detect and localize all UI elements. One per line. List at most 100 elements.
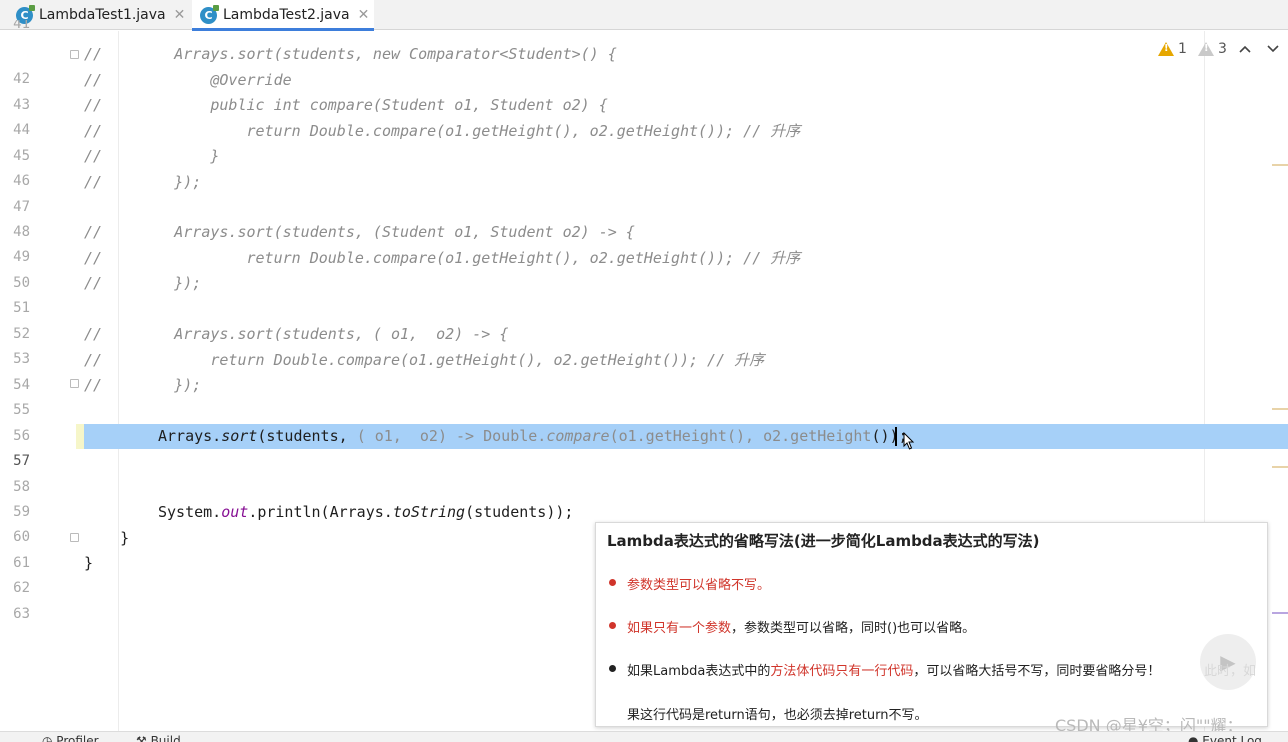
code-line: 41: [0, 20, 1288, 32]
code-line: 48: [0, 195, 1288, 240]
code-text: }: [102, 147, 220, 165]
overlay-caption: 此时，如: [1204, 664, 1257, 679]
code-line: 49 // Arrays.sort(students, (Student o1,…: [0, 220, 1288, 265]
line-comment-marker: //: [84, 249, 103, 267]
line-comment-marker: //: [84, 96, 103, 114]
code-text: Arrays.sort(students, (Student o1, Stude…: [102, 223, 635, 241]
note-highlight: 如果只有一个参数: [627, 621, 732, 636]
code-token: .println(Arrays.: [248, 503, 393, 521]
fold-marker-icon[interactable]: [70, 379, 79, 388]
line-comment-marker: //: [84, 45, 103, 63]
code-token: System.: [158, 503, 222, 521]
code-token: out: [221, 503, 249, 521]
code-line: 53 // Arrays.sort(students, ( o1, o2) ->…: [0, 322, 1288, 367]
line-comment-marker: //: [84, 325, 103, 343]
code-token: toString: [392, 503, 466, 521]
bullet-icon: [609, 579, 616, 586]
code-line: 45 // return Double.compare(o1.getHeight…: [0, 119, 1288, 164]
warning-icon: [1158, 42, 1174, 56]
code-line: 42 // Arrays.sort(students, new Comparat…: [0, 42, 1288, 87]
line-comment-marker: //: [84, 173, 103, 191]
code-line: 51 // });: [0, 271, 1288, 316]
line-comment-marker: //: [84, 71, 103, 89]
code-line: 44 // public int compare(Student o1, Stu…: [0, 93, 1288, 138]
build-tab[interactable]: ⚒ Build: [136, 734, 181, 742]
code-text: }: [84, 529, 130, 547]
profiler-label: Profiler: [56, 734, 99, 742]
chevron-up-icon: [1239, 45, 1251, 53]
error-stripe-mark[interactable]: [1272, 612, 1288, 614]
code-text: @Override: [102, 71, 292, 89]
error-stripe-mark[interactable]: [1272, 466, 1288, 468]
code-text: }: [84, 554, 94, 572]
code-line-current: 57 Arrays.sort(students, ( o1, o2) -> Do…: [0, 424, 1288, 469]
bullet-icon: [609, 665, 616, 672]
code-text: System.out.println(Arrays.toString(stude…: [158, 500, 573, 525]
code-text: });: [102, 376, 202, 394]
line-comment-marker: //: [84, 274, 103, 292]
code-line: 47 // });: [0, 170, 1288, 215]
chevron-down-icon: [1267, 45, 1279, 53]
code-line: 46 // }: [0, 144, 1288, 189]
warnings-indicator[interactable]: 1: [1158, 40, 1187, 58]
code-token: compare: [546, 427, 610, 445]
note-title: Lambda表达式的省略写法(进一步简化Lambda表达式的写法): [607, 532, 1040, 550]
code-line: 43 // @Override: [0, 68, 1288, 113]
warning-count: 1: [1178, 41, 1187, 57]
note-item-3: 如果Lambda表达式中的方法体代码只有一行代码，可以省略大括号不写，同时要省略…: [627, 660, 1160, 679]
code-token: sort: [221, 427, 258, 445]
code-text: Arrays.sort(students, ( o1, o2) -> Doubl…: [158, 424, 908, 449]
code-text: public int compare(Student o1, Student o…: [102, 96, 608, 114]
code-text: return Double.compare(o1.getHeight(), o2…: [102, 249, 801, 267]
line-number: 63: [13, 606, 30, 622]
line-comment-marker: //: [84, 351, 103, 369]
code-token: (students,: [257, 427, 357, 445]
code-token: Arrays.: [158, 427, 222, 445]
fold-marker-icon[interactable]: [70, 50, 79, 59]
note-highlight: 方法体代码只有一行代码: [770, 664, 914, 679]
build-label: Build: [150, 734, 181, 742]
code-text: Arrays.sort(students, new Comparator<Stu…: [102, 45, 617, 63]
code-token: ( o1, o2) -> Double.: [356, 427, 547, 445]
event-log-label: Event Log: [1202, 734, 1262, 742]
fold-marker-icon[interactable]: [70, 533, 79, 542]
line-comment-marker: //: [84, 122, 103, 140]
code-line: 54 // return Double.compare(o1.getHeight…: [0, 348, 1288, 393]
note-item-1: 参数类型可以省略不写。: [627, 578, 771, 593]
code-text: return Double.compare(o1.getHeight(), o2…: [102, 122, 801, 140]
code-line: 55 // });: [0, 373, 1288, 418]
code-text: Arrays.sort(students, ( o1, o2) -> {: [102, 325, 509, 343]
weak-warning-count: 3: [1218, 41, 1227, 57]
note-item-3-continued: 果这行代码是return语句，也必须去掉return不写。: [627, 708, 928, 723]
note-text-part: 如果Lambda表达式中的: [627, 664, 771, 679]
next-highlight-button[interactable]: [1266, 40, 1280, 58]
code-text: });: [102, 173, 202, 191]
bottom-tool-window-bar: ◷ Profiler ⚒ Build ● Event Log: [0, 731, 1288, 742]
weak-warnings-indicator[interactable]: 3: [1198, 40, 1227, 58]
event-log-tab[interactable]: ● Event Log: [1188, 734, 1262, 742]
code-token: (o1.getHeight(), o2.getHeight: [609, 427, 872, 445]
code-token: (students));: [465, 503, 574, 521]
line-number: 41: [13, 20, 30, 32]
error-stripe-mark[interactable]: [1272, 164, 1288, 166]
profiler-tab[interactable]: ◷ Profiler: [42, 734, 99, 742]
weak-warning-icon: [1198, 42, 1214, 56]
code-text: return Double.compare(o1.getHeight(), o2…: [102, 351, 765, 369]
note-text-rest: ，参数类型可以省略，同时()也可以省略。: [731, 621, 976, 636]
code-line: 56: [0, 399, 1288, 444]
line-comment-marker: //: [84, 223, 103, 241]
code-text: });: [102, 274, 202, 292]
note-text-part: ，可以省略大括号不写，同时要省略分号！: [913, 664, 1161, 679]
code-line: 52: [0, 297, 1288, 342]
lambda-notes-box: Lambda表达式的省略写法(进一步简化Lambda表达式的写法) 参数类型可以…: [595, 522, 1268, 727]
bullet-icon: [609, 622, 616, 629]
previous-highlight-button[interactable]: [1238, 40, 1252, 58]
text-caret: [895, 427, 897, 446]
line-comment-marker: //: [84, 376, 103, 394]
mouse-cursor-icon: [903, 432, 915, 450]
code-line: 59: [0, 475, 1288, 520]
code-line: 58: [0, 450, 1288, 495]
code-line: 50 // return Double.compare(o1.getHeight…: [0, 246, 1288, 291]
note-item-2: 如果只有一个参数，参数类型可以省略，同时()也可以省略。: [627, 617, 975, 636]
error-stripe-mark[interactable]: [1272, 408, 1288, 410]
